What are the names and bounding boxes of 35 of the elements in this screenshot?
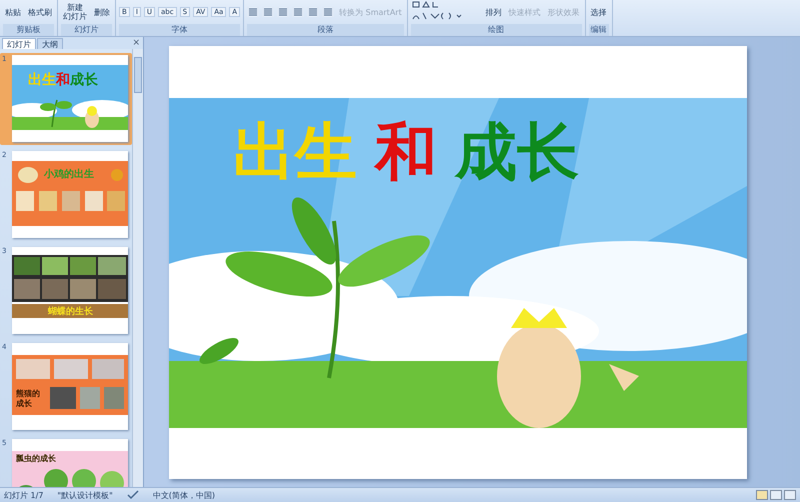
- group-label: 剪贴板: [3, 24, 54, 36]
- ribbon-button[interactable]: 选择: [588, 6, 609, 18]
- panel-tab[interactable]: 大纲: [37, 38, 63, 49]
- group-label: 字体: [119, 24, 240, 36]
- thumbnail-title: 蝴蝶的生长: [48, 305, 93, 318]
- group-label: 编辑: [588, 24, 609, 36]
- align-icon[interactable]: [307, 7, 320, 17]
- theme-name: "默认设计模板": [57, 490, 113, 500]
- group-label: 幻灯片: [61, 24, 112, 36]
- scrollbar[interactable]: [132, 49, 143, 487]
- thumbnail-title: 瓢虫的成长: [16, 453, 56, 464]
- language: 中文(简体，中国): [152, 490, 216, 500]
- view-buttons-icon[interactable]: [756, 490, 796, 500]
- slide-title: 出生 和 成长: [233, 114, 579, 190]
- ribbon-button[interactable]: 格式刷: [26, 6, 54, 18]
- thumbnail-title: 小鸡的出生: [44, 168, 94, 181]
- thumbnail-title: 熊猫的成长: [16, 389, 41, 409]
- align-icon[interactable]: [277, 7, 290, 17]
- thumbnail-title: 出生和成长: [28, 71, 98, 89]
- slide-thumbnail[interactable]: 熊猫的成长: [12, 343, 128, 430]
- spellcheck-icon[interactable]: [126, 490, 139, 500]
- panel-tab[interactable]: 幻灯片: [2, 38, 36, 49]
- align-icon[interactable]: [322, 7, 334, 17]
- slide-thumbnail[interactable]: 瓢虫的成长: [12, 439, 128, 487]
- ribbon-button[interactable]: 排列: [484, 8, 504, 16]
- ribbon-button[interactable]: 新建 幻灯片: [61, 3, 89, 21]
- slide-counter: 幻灯片 1/7: [4, 490, 44, 500]
- align-icon[interactable]: [262, 7, 274, 17]
- ribbon-button[interactable]: 粘贴: [3, 8, 23, 16]
- align-icon[interactable]: [247, 7, 260, 17]
- close-button[interactable]: ×: [132, 38, 143, 49]
- align-icon[interactable]: [292, 7, 304, 17]
- ribbon-button[interactable]: 删除: [92, 6, 112, 18]
- group-label: 绘图: [410, 24, 582, 36]
- group-label: 段落: [247, 24, 404, 36]
